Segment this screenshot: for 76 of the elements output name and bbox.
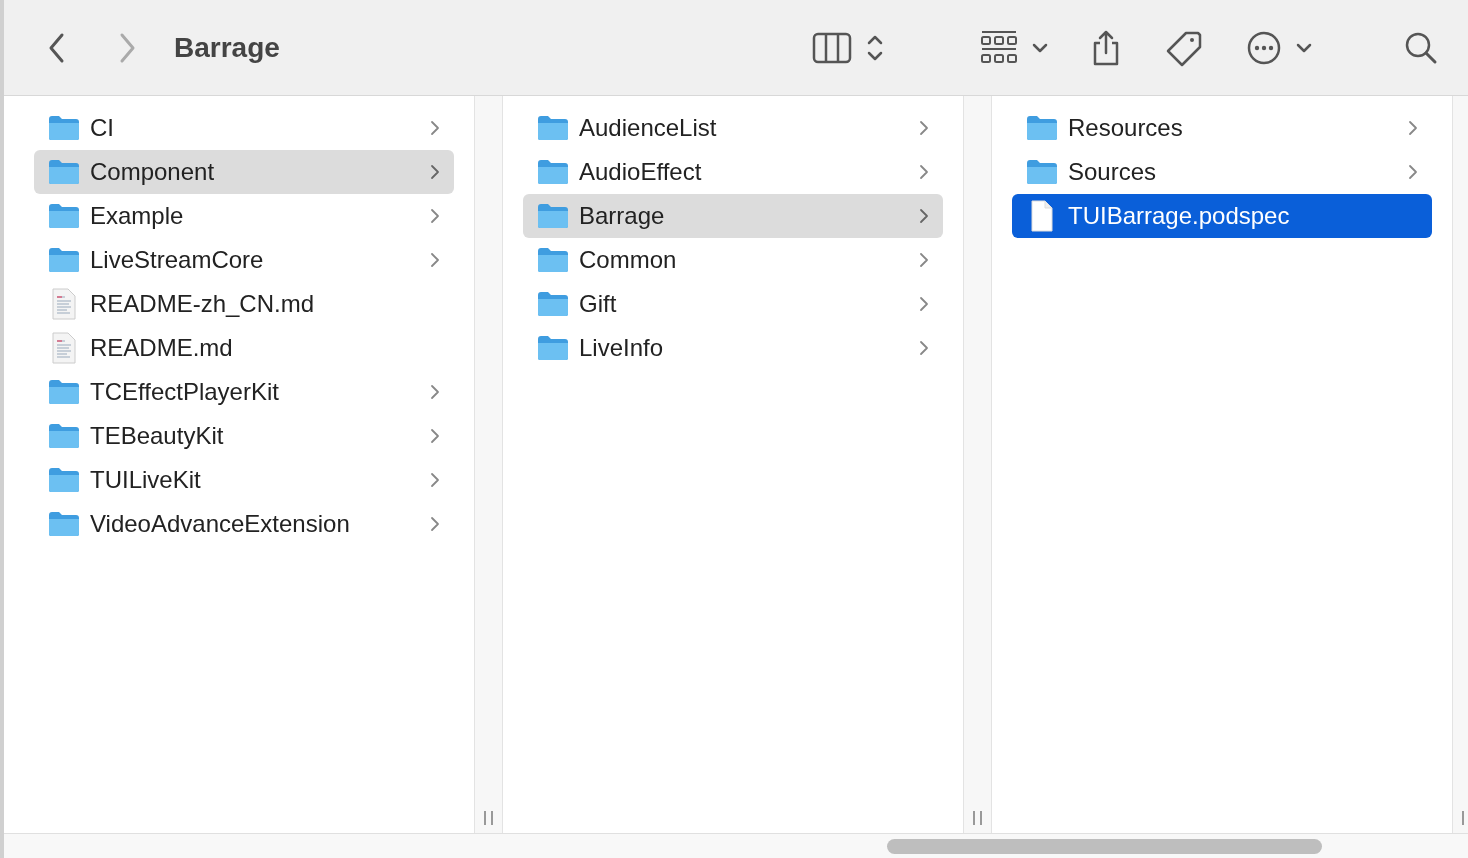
folder-icon xyxy=(48,247,80,273)
grid-group-icon[interactable] xyxy=(980,29,1018,66)
chevron-right-icon xyxy=(430,428,440,444)
file-row[interactable]: TUILiveKit xyxy=(34,458,454,502)
chevron-right-icon xyxy=(919,120,929,136)
folder-icon xyxy=(48,379,80,405)
chevron-right-icon xyxy=(430,120,440,136)
chevron-right-icon xyxy=(430,164,440,180)
chevron-down-icon[interactable] xyxy=(1032,41,1048,54)
folder-icon xyxy=(48,467,80,493)
file-name: README.md xyxy=(90,334,234,362)
chevron-right-icon xyxy=(430,384,440,400)
folder-icon xyxy=(1026,159,1058,185)
file-name: Common xyxy=(579,246,678,274)
file-name: Gift xyxy=(579,290,618,318)
file-name: TUILiveKit xyxy=(90,466,202,494)
file-name: TEBeautyKit xyxy=(90,422,225,450)
file-row[interactable]: TUIBarrage.podspec xyxy=(1012,194,1432,238)
file-name: TUIBarrage.podspec xyxy=(1068,202,1291,230)
file-name: AudienceList xyxy=(579,114,718,142)
file-name: Resources xyxy=(1068,114,1184,142)
chevron-right-icon xyxy=(1408,164,1418,180)
folder-icon xyxy=(48,511,80,537)
file-row[interactable]: Gift xyxy=(523,282,943,326)
chevron-right-icon xyxy=(919,164,929,180)
chevron-down-icon[interactable] xyxy=(1296,41,1312,54)
folder-icon xyxy=(48,159,80,185)
chevron-right-icon xyxy=(430,516,440,532)
file-row[interactable]: TEBeautyKit xyxy=(34,414,454,458)
file-name: Sources xyxy=(1068,158,1158,186)
chevron-right-icon xyxy=(919,296,929,312)
chevron-right-icon xyxy=(430,208,440,224)
scrollbar-thumb[interactable] xyxy=(887,838,1322,854)
chevron-right-icon xyxy=(430,472,440,488)
file-name: LiveStreamCore xyxy=(90,246,265,274)
window-title: Barrage xyxy=(174,31,280,64)
file-row[interactable]: Sources xyxy=(1012,150,1432,194)
folder-icon xyxy=(48,115,80,141)
file-row[interactable]: CI xyxy=(34,106,454,150)
folder-icon xyxy=(48,203,80,229)
file-row[interactable]: AudioEffect xyxy=(523,150,943,194)
file-name: VideoAdvanceExtension xyxy=(90,510,351,538)
file-name: TCEffectPlayerKit xyxy=(90,378,280,406)
chevron-right-icon xyxy=(919,252,929,268)
file-name: README-zh_CN.md xyxy=(90,290,316,318)
file-row[interactable]: Example xyxy=(34,194,454,238)
folder-icon xyxy=(537,115,569,141)
folder-icon xyxy=(537,203,569,229)
chevron-right-icon xyxy=(919,340,929,356)
file-row[interactable]: TCEffectPlayerKit xyxy=(34,370,454,414)
file-name: AudioEffect xyxy=(579,158,703,186)
file-row[interactable]: Common xyxy=(523,238,943,282)
folder-icon xyxy=(1026,115,1058,141)
file-row[interactable]: README.md xyxy=(34,326,454,370)
chevron-right-icon xyxy=(430,252,440,268)
folder-icon xyxy=(48,423,80,449)
chevron-right-icon xyxy=(1408,120,1418,136)
file-row[interactable]: README-zh_CN.md xyxy=(34,282,454,326)
file-row[interactable]: Resources xyxy=(1012,106,1432,150)
folder-icon xyxy=(537,159,569,185)
file-name: Example xyxy=(90,202,185,230)
folder-icon xyxy=(537,335,569,361)
file-row[interactable]: VideoAdvanceExtension xyxy=(34,502,454,546)
search-icon[interactable] xyxy=(1404,30,1438,65)
more-icon[interactable] xyxy=(1246,29,1282,66)
folder-icon xyxy=(537,247,569,273)
column-view-icon[interactable] xyxy=(812,31,852,64)
file-row[interactable]: AudienceList xyxy=(523,106,943,150)
file-name: Component xyxy=(90,158,216,186)
folder-icon xyxy=(537,291,569,317)
chevron-right-icon xyxy=(919,208,929,224)
file-name: CI xyxy=(90,114,115,142)
file-row[interactable]: LiveStreamCore xyxy=(34,238,454,282)
file-name: Barrage xyxy=(579,202,666,230)
file-row[interactable]: LiveInfo xyxy=(523,326,943,370)
file-name: LiveInfo xyxy=(579,334,665,362)
